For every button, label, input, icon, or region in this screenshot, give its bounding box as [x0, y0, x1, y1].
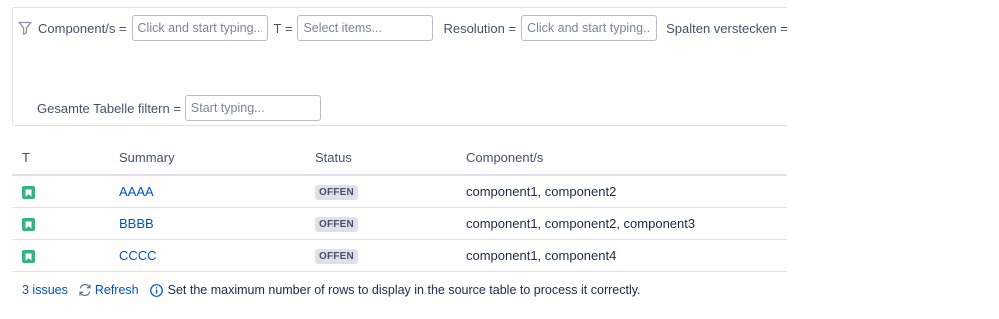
component-filter-input[interactable]: [131, 15, 268, 41]
funnel-icon[interactable]: [18, 20, 34, 36]
column-header-components[interactable]: Component/s: [466, 140, 787, 176]
table-row: CCCC OFFEN component1, component4: [12, 239, 787, 272]
resolution-filter-label: Resolution =: [443, 20, 517, 36]
info-message: Set the maximum number of rows to displa…: [167, 283, 641, 297]
table-header-row: T Summary Status Component/s: [12, 140, 787, 176]
refresh-button[interactable]: Refresh: [95, 283, 139, 297]
story-icon: [22, 218, 35, 232]
issue-count-link[interactable]: 3 issues: [22, 283, 68, 297]
status-badge: OFFEN: [315, 217, 358, 232]
filter-row-2: Gesamte Tabelle filtern =: [37, 94, 327, 122]
status-badge: OFFEN: [315, 185, 358, 200]
issue-summary-link[interactable]: CCCC: [119, 248, 157, 263]
story-icon: [22, 186, 35, 200]
table-row: BBBB OFFEN component1, component2, compo…: [12, 207, 787, 240]
column-header-summary[interactable]: Summary: [119, 140, 315, 176]
components-cell: component1, component2: [466, 175, 787, 208]
table-filter-label: Gesamte Tabelle filtern =: [37, 100, 181, 116]
issues-table: T Summary Status Component/s AAAA OFFEN …: [12, 140, 787, 272]
type-filter-label: T =: [273, 20, 293, 36]
column-header-status[interactable]: Status: [315, 140, 466, 176]
issue-summary-link[interactable]: AAAA: [119, 184, 154, 199]
type-filter-input[interactable]: [297, 15, 434, 41]
story-icon: [22, 250, 35, 264]
table-filter-input[interactable]: [184, 95, 321, 121]
table-footer: 3 issues Refresh Set the maximum number …: [22, 283, 641, 297]
refresh-icon[interactable]: [78, 283, 92, 297]
hide-columns-label: Spalten verstecken =: [666, 20, 788, 36]
component-filter-label: Component/s =: [38, 20, 127, 36]
filter-panel: Component/s = T = Resolution = Spalten v…: [12, 7, 788, 126]
column-header-type[interactable]: T: [12, 140, 119, 176]
info-icon: [149, 283, 163, 297]
filter-row-1: Component/s = T = Resolution = Spalten v…: [18, 14, 788, 42]
issue-summary-link[interactable]: BBBB: [119, 216, 154, 231]
components-cell: component1, component4: [466, 239, 787, 272]
components-cell: component1, component2, component3: [466, 207, 787, 240]
table-row: AAAA OFFEN component1, component2: [12, 175, 787, 208]
resolution-filter-input[interactable]: [521, 15, 658, 41]
status-badge: OFFEN: [315, 249, 358, 264]
